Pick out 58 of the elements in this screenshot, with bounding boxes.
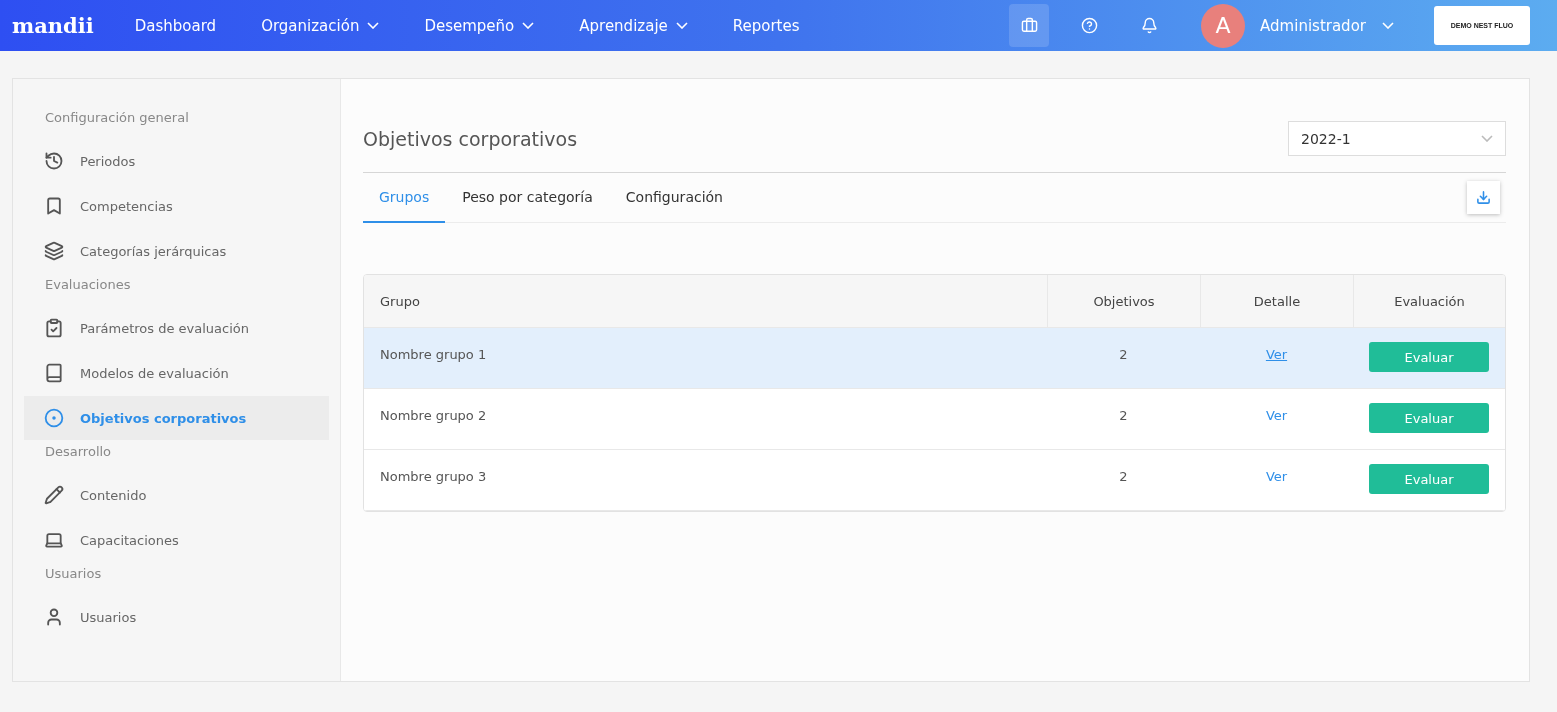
table-cell: Nombre grupo 2: [380, 408, 487, 423]
history-icon: [44, 151, 64, 171]
chevron-down-icon: [367, 22, 380, 29]
target-icon: [44, 408, 64, 428]
bookmark-icon: [44, 196, 64, 216]
clipboard-check-icon: [44, 318, 64, 338]
table-cell: 2: [1119, 408, 1128, 423]
nav-item[interactable]: Desempeño: [413, 16, 546, 35]
nav-item[interactable]: Organización: [250, 16, 391, 35]
layers-icon: [44, 241, 64, 261]
download-icon: [1476, 190, 1491, 205]
detail-link[interactable]: Ver: [1265, 469, 1288, 484]
bell-icon: [1140, 17, 1158, 34]
chevron-down-icon: [675, 22, 688, 29]
tab[interactable]: Peso por categoría: [446, 172, 609, 223]
nav-item[interactable]: Dashboard: [123, 16, 228, 35]
sidebar-item[interactable]: Modelos de evaluación: [24, 351, 329, 395]
sidebar-item[interactable]: Capacitaciones: [24, 518, 329, 562]
detail-link[interactable]: Ver: [1265, 408, 1288, 423]
briefcase-icon: [1020, 17, 1038, 34]
sidebar-item[interactable]: Categorías jerárquicas: [24, 229, 329, 273]
download-button[interactable]: [1467, 181, 1500, 214]
column-header: Evaluación: [1353, 275, 1505, 327]
page-title: Objetivos corporativos: [363, 127, 578, 150]
sidebar-item[interactable]: Contenido: [24, 473, 329, 517]
column-header: Grupo: [379, 292, 421, 311]
table-cell: 2: [1119, 347, 1128, 362]
sidebar-item[interactable]: Objetivos corporativos: [24, 396, 329, 440]
column-header: Detalle: [1200, 275, 1353, 327]
pencil-icon: [44, 485, 64, 505]
user-icon: [44, 607, 64, 627]
briefcase-button[interactable]: [1009, 4, 1050, 47]
section-title: Configuración general: [44, 109, 190, 127]
detail-link[interactable]: Ver: [1265, 347, 1288, 362]
column-header: Objetivos: [1047, 275, 1200, 327]
nav-item[interactable]: Reportes: [721, 16, 811, 35]
section-title: Desarrollo: [44, 443, 113, 461]
chevron-down-icon: [522, 22, 535, 29]
table-cell: Nombre grupo 1: [380, 347, 487, 362]
table-cell: 2: [1119, 469, 1128, 484]
chevron-down-icon[interactable]: [1382, 22, 1394, 29]
logo[interactable]: mandii: [12, 13, 94, 38]
tab[interactable]: Configuración: [609, 172, 739, 223]
book-icon: [44, 363, 64, 383]
table-cell: Nombre grupo 3: [380, 469, 487, 484]
laptop-icon: [44, 530, 64, 550]
section-title: Evaluaciones: [44, 276, 132, 294]
tab[interactable]: Grupos: [363, 172, 446, 223]
sidebar-item[interactable]: Periodos: [24, 139, 329, 183]
sidebar-item[interactable]: Parámetros de evaluación: [24, 306, 329, 350]
period-select[interactable]: 2022-1: [1288, 121, 1506, 156]
nav-item[interactable]: Aprendizaje: [568, 16, 699, 35]
chevron-down-icon: [1481, 135, 1493, 142]
help-icon: [1080, 17, 1098, 34]
user-name[interactable]: Administrador: [1260, 16, 1366, 35]
sidebar-item[interactable]: Usuarios: [24, 595, 329, 639]
section-title: Usuarios: [44, 565, 103, 583]
sidebar-item[interactable]: Competencias: [24, 184, 329, 228]
